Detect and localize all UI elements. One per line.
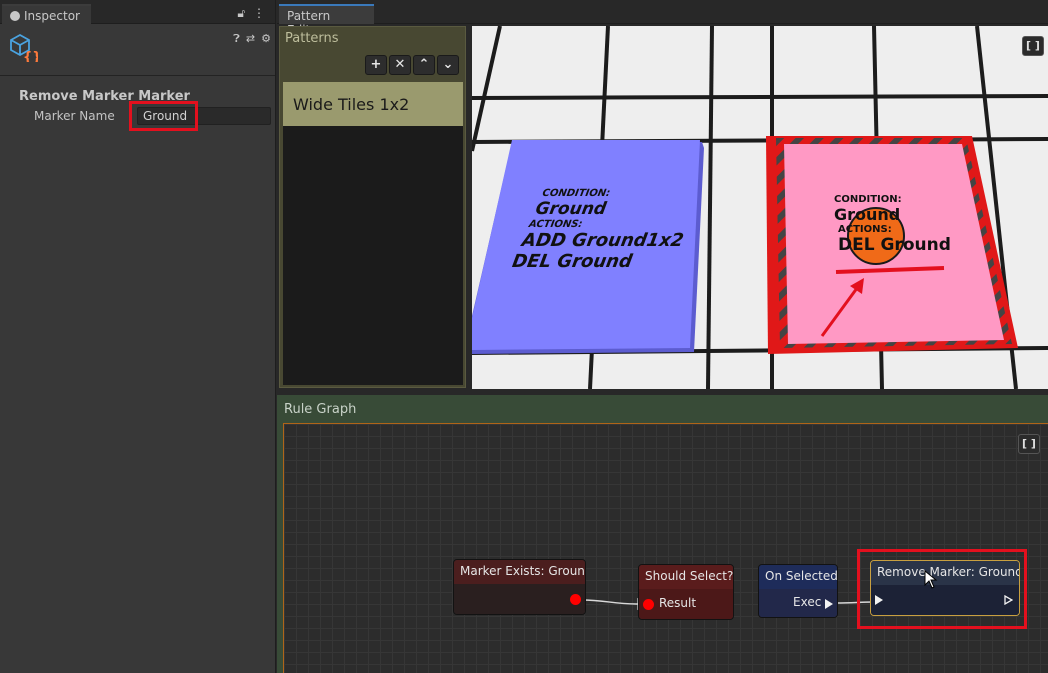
exec-output-icon[interactable] [825, 599, 833, 609]
rule-graph-panel: Rule Graph [ ] Marker Exists: Ground Sho… [277, 395, 1048, 673]
patterns-list: Wide Tiles 1x2 [283, 82, 463, 385]
blue-condition-value: Ground [533, 199, 608, 219]
info-icon [10, 11, 20, 21]
pattern-editor-tabbar: Pattern Editor [277, 0, 1048, 37]
blue-tile-text: CONDITION: Ground ACTIONS: ADD Ground1x2… [511, 188, 693, 272]
presets-icon[interactable]: ⇄ [246, 32, 255, 46]
rule-graph-title: Rule Graph [284, 402, 357, 417]
list-item[interactable]: Wide Tiles 1x2 [283, 82, 463, 126]
tab-inspector-label: Inspector [24, 9, 80, 23]
blue-action-2: DEL Ground [510, 251, 634, 272]
remove-pattern-button[interactable]: ✕ [389, 55, 411, 75]
lock-icon[interactable]: 🔓︎ [237, 6, 245, 20]
kebab-menu-icon[interactable]: ⋮ [253, 6, 265, 20]
pink-actions-label: ACTIONS: [838, 224, 892, 235]
node-on-selected-title: On Selected [759, 565, 837, 589]
node-marker-exists-body [454, 584, 585, 614]
highlight-remove-marker [857, 549, 1027, 629]
blue-condition-label: CONDITION: [541, 188, 612, 199]
node-marker-exists-title: Marker Exists: Ground [454, 560, 585, 584]
node-should-select-title: Should Select? [639, 565, 733, 589]
gear-icon[interactable]: ⚙ [261, 32, 271, 46]
blue-actions-label: ACTIONS: [528, 219, 584, 230]
tab-pattern-editor[interactable]: Pattern Editor [279, 4, 374, 37]
rule-graph-canvas[interactable]: [ ] Marker Exists: Ground Should Select? [283, 423, 1048, 673]
inspector-tabbar: Inspector 🔓︎ ⋮ [0, 0, 275, 24]
svg-text:{}: {} [23, 50, 38, 62]
node-marker-exists[interactable]: Marker Exists: Ground [453, 559, 586, 615]
patterns-title: Patterns [285, 31, 339, 46]
scene-viewport[interactable]: CONDITION: Ground ACTIONS: ADD Ground1x2… [472, 26, 1048, 389]
tab-controls: 🔓︎ ⋮ [237, 6, 265, 21]
viewport-frame-button[interactable]: [ ] [1022, 36, 1044, 56]
pink-condition-label: CONDITION: [834, 194, 902, 205]
exec-port-label: Exec [793, 595, 822, 609]
move-up-button[interactable]: ⌃ [413, 55, 435, 75]
inspector-header: {} ❓︎ ⇄ ⚙ [0, 24, 275, 76]
highlight-marker-name [129, 101, 198, 131]
tab-inspector[interactable]: Inspector [2, 4, 91, 24]
node-should-select[interactable]: Should Select? Result [638, 564, 734, 620]
pink-action-1: DEL Ground [838, 235, 951, 255]
add-pattern-button[interactable]: + [365, 55, 387, 75]
header-icons: ❓︎ ⇄ ⚙ [233, 32, 271, 46]
move-down-button[interactable]: ⌄ [437, 55, 459, 75]
node-on-selected[interactable]: On Selected Exec [758, 564, 838, 618]
script-cube-icon: {} [10, 33, 38, 62]
pattern-buttons: + ✕ ⌃ ⌄ [365, 55, 459, 75]
node-on-selected-body: Exec [759, 589, 837, 617]
patterns-panel: Patterns + ✕ ⌃ ⌄ Wide Tiles 1x2 [279, 26, 466, 388]
inspector-panel: Inspector 🔓︎ ⋮ {} ❓︎ ⇄ ⚙ Remove Marker M… [0, 0, 276, 673]
pink-condition-value: Ground [834, 205, 901, 224]
result-port-label: Result [659, 596, 697, 610]
blue-action-1: ADD Ground1x2 [520, 230, 686, 251]
output-port[interactable] [570, 594, 581, 605]
input-port[interactable] [643, 599, 654, 610]
help-icon[interactable]: ❓︎ [233, 32, 240, 46]
node-should-select-body: Result [639, 589, 733, 619]
marker-name-label: Marker Name [34, 109, 115, 123]
pink-tile-text: CONDITION: Ground ACTIONS: DEL Ground [834, 194, 951, 255]
editor-window: Inspector 🔓︎ ⋮ {} ❓︎ ⇄ ⚙ Remove Marker M… [0, 0, 1048, 673]
